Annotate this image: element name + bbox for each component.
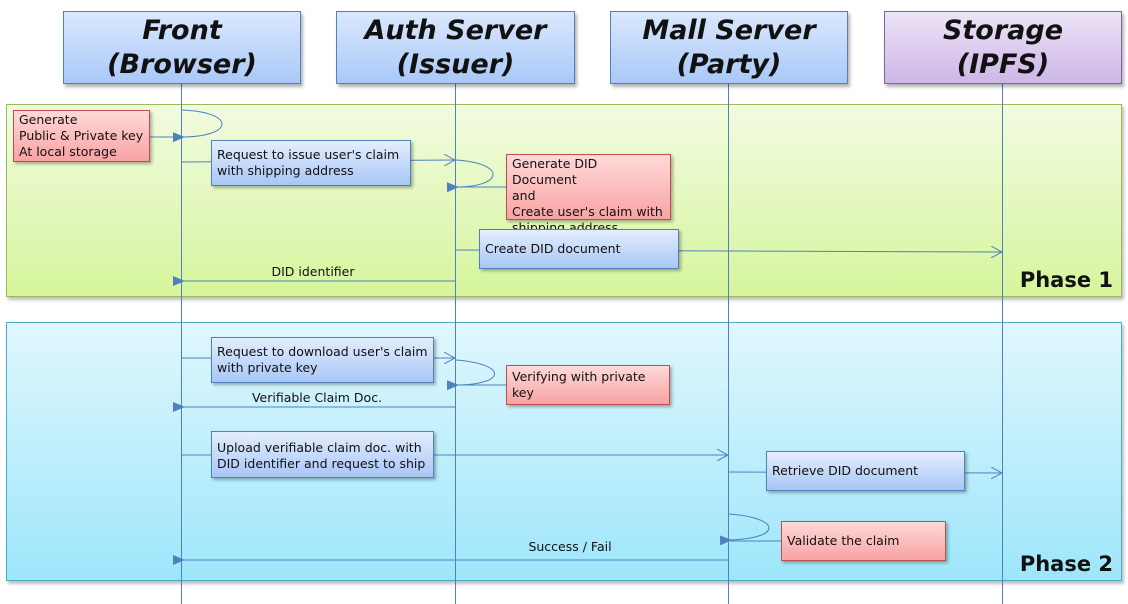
note-line: Upload verifiable claim doc. with — [217, 440, 422, 455]
note-request-download: Request to download user's claim with pr… — [211, 337, 434, 383]
self-loop-front — [172, 109, 223, 143]
note-retrieve-did: Retrieve DID document — [766, 451, 965, 491]
note-line: Request to issue user's claim — [217, 147, 400, 162]
note-line: DID identifier and request to ship — [217, 456, 426, 471]
note-line: Validate the claim — [787, 533, 900, 548]
note-request-issue: Request to issue user's claim with shipp… — [211, 140, 411, 186]
note-line: Generate — [19, 112, 78, 127]
note-line: Public & Private key — [19, 128, 144, 143]
note-generate-did: Generate DID Document and Create user's … — [506, 154, 671, 235]
note-line: Verifying with private key — [512, 369, 646, 400]
actor-mall-role: (Party) — [676, 48, 782, 80]
self-loop-verify — [446, 359, 495, 391]
label-verifiable-claim: Verifiable Claim Doc. — [251, 390, 383, 405]
note-create-did: Create DID document — [479, 229, 679, 269]
actor-front: Front (Browser) — [63, 11, 301, 84]
sequence-lines — [150, 82, 1128, 604]
actor-auth-name: Auth Server — [364, 14, 547, 46]
label-success-fail: Success / Fail — [528, 539, 612, 554]
actor-storage: Storage (IPFS) — [884, 11, 1122, 84]
note-line: with shipping address — [217, 163, 354, 178]
actor-mall-server: Mall Server (Party) — [610, 11, 848, 84]
note-line: At local storage — [19, 144, 117, 159]
note-line: Retrieve DID document — [772, 463, 919, 478]
note-line: Create DID document — [485, 241, 621, 256]
self-loop-auth — [446, 159, 494, 193]
note-line: Request to download user's claim — [217, 344, 428, 359]
note-line: and — [512, 188, 536, 203]
actor-front-role: (Browser) — [107, 48, 257, 80]
note-validate-claim: Validate the claim — [781, 521, 946, 561]
note-generate-keys: Generate Public & Private key At local s… — [13, 110, 150, 162]
actor-auth-role: (Issuer) — [396, 48, 515, 80]
actor-mall-name: Mall Server — [642, 14, 816, 46]
actor-storage-role: (IPFS) — [956, 48, 1050, 80]
note-line: with private key — [217, 360, 318, 375]
self-loop-validate — [719, 513, 770, 546]
actor-auth-server: Auth Server (Issuer) — [336, 11, 575, 84]
actor-front-name: Front — [142, 14, 222, 46]
note-verifying: Verifying with private key — [506, 365, 670, 405]
note-line: Generate DID Document — [512, 156, 598, 187]
actor-storage-name: Storage — [942, 14, 1064, 46]
note-line: Create user's claim with — [512, 204, 663, 219]
note-upload: Upload verifiable claim doc. with DID id… — [211, 431, 434, 478]
label-did-identifier: DID identifier — [271, 264, 355, 279]
